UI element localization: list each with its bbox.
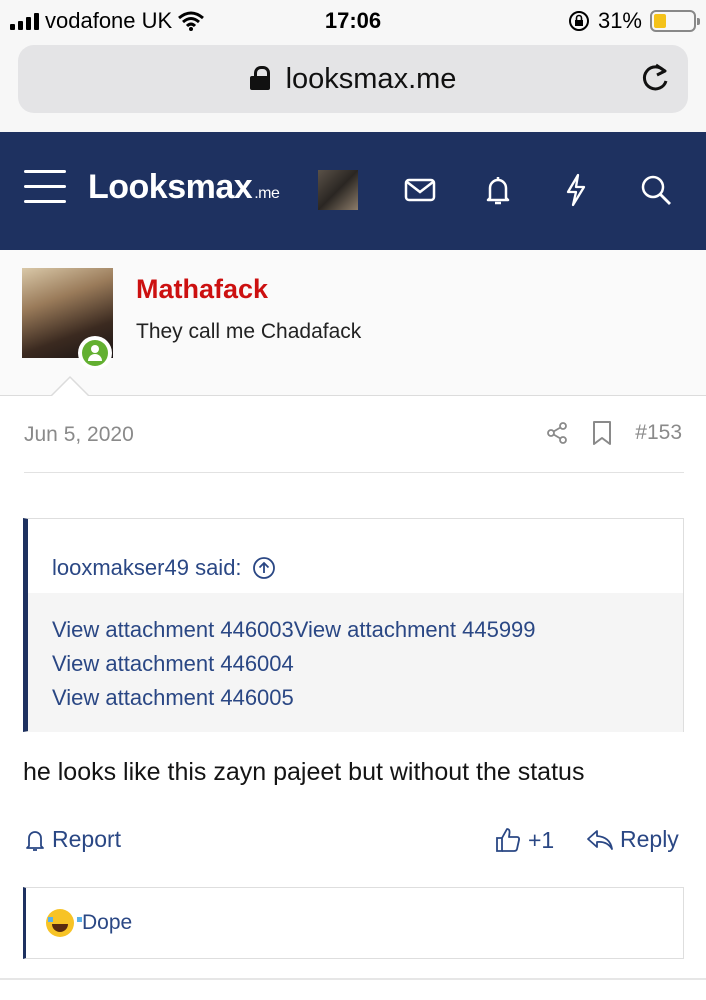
attachment-link[interactable]: View attachment 446004 xyxy=(52,647,683,681)
quote-body: View attachment 446003View attachment 44… xyxy=(28,593,683,732)
attachment-link[interactable]: View attachment 446003View attachment 44… xyxy=(52,613,683,647)
browser-chrome: looksmax.me xyxy=(0,40,706,132)
account-avatar[interactable] xyxy=(318,170,358,210)
lock-icon xyxy=(249,66,270,90)
like-count: +1 xyxy=(528,826,555,853)
like-button[interactable]: +1 xyxy=(494,826,554,854)
online-status-icon xyxy=(78,336,112,370)
share-icon[interactable] xyxy=(545,421,569,445)
bookmark-icon[interactable] xyxy=(591,420,613,446)
attachment-link[interactable]: View attachment 446005 xyxy=(52,681,683,715)
quote-header[interactable]: looxmakser49 said: xyxy=(28,519,683,593)
battery-percent: 31% xyxy=(597,8,642,33)
address-bar[interactable]: looksmax.me xyxy=(18,45,688,113)
report-button[interactable]: Report xyxy=(24,826,121,853)
post-message: he looks like this zayn pajeet but witho… xyxy=(23,758,585,786)
logo-main: Looksmax xyxy=(88,168,253,206)
user-title: They call me Chadafack xyxy=(136,320,362,343)
reload-icon[interactable] xyxy=(638,61,672,95)
crying-laughing-emoji-icon xyxy=(46,909,82,937)
quote-author[interactable]: looxmakser49 said: xyxy=(52,555,242,581)
report-label: Report xyxy=(52,826,122,852)
status-right: 31% xyxy=(568,8,700,34)
thumbs-up-icon xyxy=(496,828,520,852)
post-user-block: Mathafack They call me Chadafack xyxy=(0,250,706,396)
logo-suffix: .me xyxy=(254,185,280,202)
post-bottom-divider xyxy=(0,978,706,980)
search-icon[interactable] xyxy=(638,172,674,208)
user-block-arrow xyxy=(50,375,90,398)
post-date[interactable]: Jun 5, 2020 xyxy=(24,423,134,447)
bell-icon xyxy=(26,830,44,851)
post-meta-actions: #153 xyxy=(545,420,682,446)
site-logo[interactable]: Looksmax .me xyxy=(88,168,280,207)
reply-button[interactable]: Reply xyxy=(586,826,679,853)
status-bar: vodafone UK 17:06 31% xyxy=(0,0,706,40)
reactions-bar[interactable]: Dope xyxy=(23,887,684,959)
reply-label: Reply xyxy=(620,826,679,852)
meta-divider xyxy=(24,472,684,473)
quote-block: looxmakser49 said: View attachment 44600… xyxy=(23,518,684,732)
battery-icon xyxy=(650,10,700,32)
url-text: looksmax.me xyxy=(285,62,457,95)
lightning-icon[interactable] xyxy=(558,172,594,208)
arrow-up-circle-icon[interactable] xyxy=(252,556,276,580)
reaction-label[interactable]: Dope xyxy=(82,911,132,935)
orientation-lock-icon xyxy=(568,11,589,31)
mail-icon[interactable] xyxy=(402,172,438,208)
bell-icon[interactable] xyxy=(480,172,516,208)
site-header: Looksmax .me xyxy=(0,132,706,250)
post-number[interactable]: #153 xyxy=(635,421,682,445)
menu-icon[interactable] xyxy=(24,170,66,204)
reply-icon xyxy=(587,829,613,850)
post-username[interactable]: Mathafack xyxy=(136,274,268,305)
